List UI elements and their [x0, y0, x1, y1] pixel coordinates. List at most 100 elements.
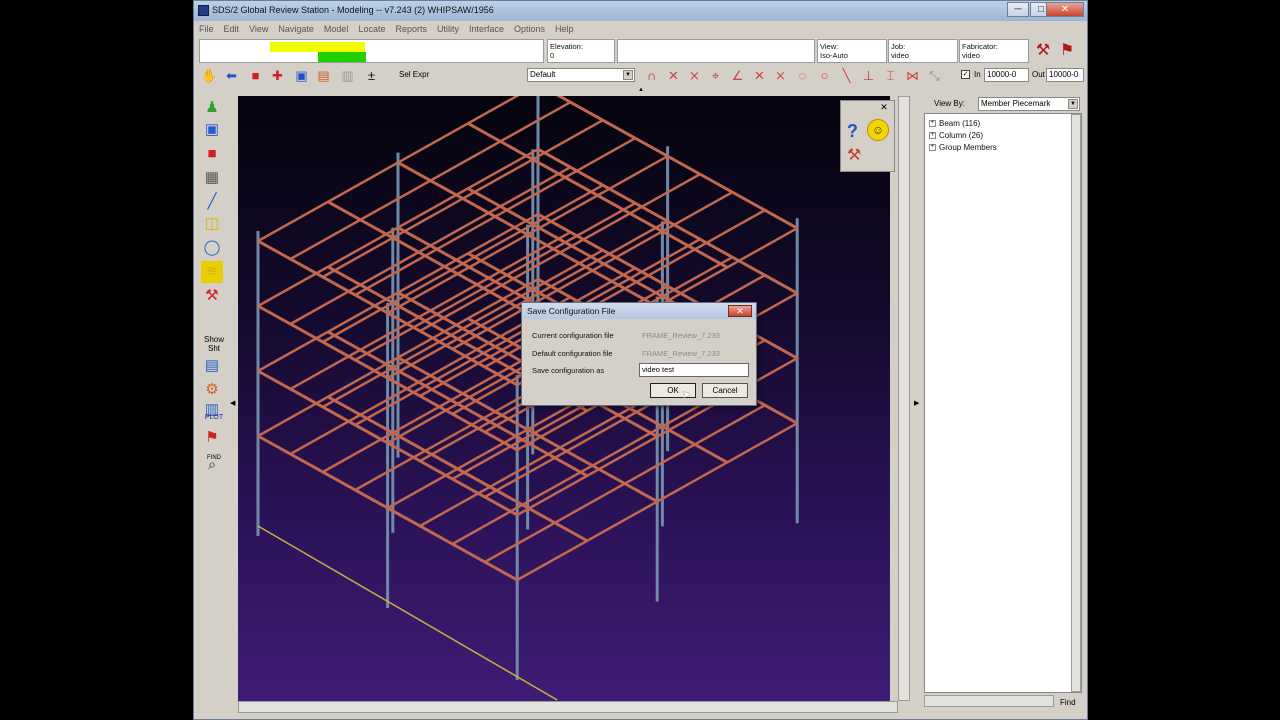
dialog-title-bar: Save Configuration File [522, 303, 756, 319]
tools-icon[interactable]: ⚒ [847, 145, 861, 165]
line-tool-icon[interactable]: ╱ [201, 191, 223, 213]
beam-section-icon[interactable]: ⌶ [881, 67, 900, 85]
arc-snap-icon[interactable]: ◌ [793, 67, 812, 85]
elevation-value: 0 [550, 51, 555, 60]
menu-file[interactable]: File [194, 21, 219, 34]
view-box: View: Iso-Auto [817, 39, 887, 63]
print-icon[interactable]: ▥ [338, 67, 357, 85]
expand-icon[interactable]: + [929, 120, 936, 128]
dimension-tool-icon[interactable]: ≋ [201, 261, 223, 283]
camera-icon[interactable]: ▣ [292, 67, 311, 85]
circle-snap-icon[interactable]: ○ [815, 67, 834, 85]
menu-view[interactable]: View [244, 21, 273, 34]
elevation-box: Elevation: 0 [547, 39, 615, 63]
window-title: SDS/2 Global Review Station - Modeling -… [212, 5, 494, 15]
chevron-down-icon: ▼ [1068, 99, 1078, 109]
menu-interface[interactable]: Interface [464, 21, 509, 34]
model-tree-icon[interactable]: ⚙ [201, 379, 223, 401]
cross-icon[interactable]: ✕ [664, 67, 683, 85]
close-button[interactable]: ✕ [1046, 2, 1084, 17]
tree-item-column[interactable]: + Column (26) [929, 131, 983, 140]
out-field[interactable]: 10000-0 [1046, 68, 1084, 82]
menu-model[interactable]: Model [319, 21, 354, 34]
plus-minus-icon[interactable]: ± [362, 67, 381, 85]
status-indicator-box [199, 39, 544, 63]
help-update-icon[interactable]: ⚑ [1056, 40, 1078, 62]
dialog-close-button[interactable]: ✕ [728, 305, 752, 317]
mouse-cursor-icon: ➤ [682, 389, 692, 401]
update-icon[interactable]: ⚒ [1032, 40, 1054, 62]
view-label: View: [820, 42, 839, 51]
person-icon[interactable]: ♟ [201, 97, 223, 119]
tree-item-group-members[interactable]: + Group Members [929, 143, 997, 152]
title-bar: SDS/2 Global Review Station - Modeling -… [194, 1, 1087, 21]
menu-bar: File Edit View Navigate Model Locate Reports Ut… [194, 21, 1087, 37]
filter-select-value: Default [530, 70, 556, 79]
elevation-label: Elevation: [550, 42, 583, 51]
show-label: Show [203, 335, 224, 344]
in-checkbox[interactable]: ✓ [961, 70, 970, 79]
cancel-button[interactable]: Cancel [702, 383, 748, 398]
view-by-label: View By: [934, 99, 965, 108]
minimize-button[interactable]: ─ [1007, 2, 1029, 17]
tree-horizontal-scrollbar[interactable] [924, 695, 1054, 707]
cube-icon[interactable]: ■ [246, 67, 265, 85]
add-member-icon[interactable]: ✚ [268, 67, 287, 85]
toolbar-collapse-icon[interactable]: ▲ [638, 87, 644, 93]
save-as-input[interactable]: video test [639, 363, 749, 377]
status-yellow-bar [270, 42, 365, 52]
member-tool-icon[interactable]: ▦ [201, 167, 223, 189]
in-field[interactable]: 10000-0 [984, 68, 1029, 82]
current-config-value: FRAME_Review_7.233 [642, 331, 720, 340]
mid-snap-icon[interactable]: ⨯ [771, 67, 790, 85]
filter-select[interactable]: Default ▼ [527, 68, 635, 82]
magnet-icon[interactable]: ∩ [642, 67, 661, 85]
expand-icon[interactable]: + [929, 132, 936, 140]
angle-icon[interactable]: ∠ [728, 67, 747, 85]
job-label: Job: [891, 42, 906, 51]
circle-tool-icon[interactable]: ◯ [201, 237, 223, 259]
viewport-vertical-scrollbar[interactable] [898, 96, 910, 701]
menu-options[interactable]: Options [509, 21, 550, 34]
open-icon[interactable]: ✋ [200, 67, 219, 85]
cross-snap-icon[interactable]: ✕ [750, 67, 769, 85]
right-collapse-icon[interactable]: ▶ [914, 399, 919, 407]
status-green-bar [318, 52, 366, 62]
find-button[interactable]: Find [1060, 698, 1076, 707]
menu-help[interactable]: Help [550, 21, 579, 34]
tree-vertical-scrollbar[interactable] [1071, 114, 1081, 692]
job-value: video [891, 51, 909, 60]
menu-locate[interactable]: Locate [353, 21, 390, 34]
screenshot-icon[interactable]: ▤ [314, 67, 333, 85]
menu-navigate[interactable]: Navigate [273, 21, 319, 34]
question-icon[interactable]: ? [847, 121, 858, 142]
default-config-label: Default configuration file [532, 349, 613, 358]
chevron-down-icon: ▼ [623, 70, 633, 80]
sel-expr-label[interactable]: Sel Expr [399, 70, 429, 79]
monitor-icon[interactable]: ▣ [201, 119, 223, 141]
cross-dots-icon[interactable]: ⨯ [685, 67, 704, 85]
left-collapse-icon[interactable]: ◀ [230, 399, 235, 407]
menu-edit[interactable]: Edit [219, 21, 245, 34]
view-by-select[interactable]: Member Piecemark ▼ [978, 97, 1080, 111]
expand-icon[interactable]: + [929, 144, 936, 152]
dim-snap-icon[interactable]: ⤡ [925, 67, 944, 85]
flag-icon[interactable]: ⚑ [201, 427, 223, 449]
back-arrow-icon[interactable]: ⬅ [222, 67, 241, 85]
find-icon[interactable]: ⌕ [201, 453, 223, 475]
menu-reports[interactable]: Reports [390, 21, 432, 34]
viewport-horizontal-scrollbar[interactable] [238, 701, 898, 713]
point-icon[interactable]: ⌖ [706, 67, 725, 85]
box-tool-icon[interactable]: ◫ [201, 213, 223, 235]
smiley-icon[interactable]: ☺ [867, 119, 889, 141]
tree-item-beam[interactable]: + Beam (116) [929, 119, 980, 128]
weld-tool-icon[interactable]: ⚒ [201, 285, 223, 307]
intersect-icon[interactable]: ⋈ [903, 67, 922, 85]
in-label: In [974, 70, 981, 79]
sheet-icon[interactable]: ▤ [201, 355, 223, 377]
member-cube-icon[interactable]: ■ [201, 143, 223, 165]
help-close-icon[interactable]: ✕ [877, 102, 891, 112]
menu-utility[interactable]: Utility [432, 21, 464, 34]
perp-snap-icon[interactable]: ⊥ [859, 67, 878, 85]
line-snap-icon[interactable]: ╲ [837, 67, 856, 85]
